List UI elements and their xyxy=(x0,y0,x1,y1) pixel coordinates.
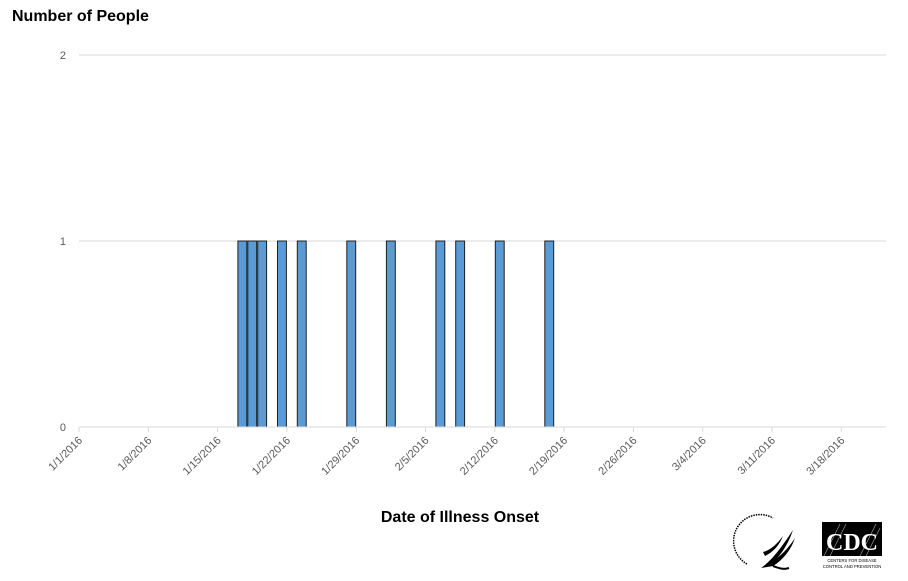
bar xyxy=(296,240,307,428)
x-tick-label: 3/4/2016 xyxy=(670,435,709,474)
bar xyxy=(494,240,505,428)
bar xyxy=(257,240,268,428)
hhs-logo xyxy=(732,512,805,576)
bar xyxy=(277,240,287,428)
y-tick-label: 1 xyxy=(60,236,66,248)
x-tick-label: 3/11/2016 xyxy=(736,435,779,478)
x-tick-label: 1/1/2016 xyxy=(46,435,85,474)
x-tick-label: 2/19/2016 xyxy=(527,435,570,478)
y-tick-label: 2 xyxy=(60,50,66,62)
gridlines xyxy=(79,54,886,428)
chart-plot: 012 1/1/2016 1/8/2016 1/15/2016 1/22/2016 1/… xyxy=(46,50,886,478)
x-tick-label: 1/22/2016 xyxy=(250,435,293,478)
cdc-logo-sub1: CENTERS FOR DISEASE xyxy=(827,558,877,563)
x-axis: 1/1/2016 1/8/2016 1/15/2016 1/22/2016 1/29/2… xyxy=(46,426,886,478)
x-tick-label: 2/26/2016 xyxy=(596,435,639,478)
bar xyxy=(247,240,258,428)
bar xyxy=(237,240,248,428)
cdc-logo-sub2: CONTROL AND PREVENTION xyxy=(823,564,881,569)
x-tick-label: 1/15/2016 xyxy=(181,435,224,478)
x-tick-label: 3/18/2016 xyxy=(804,435,847,478)
x-tick-label: 1/29/2016 xyxy=(319,435,362,478)
y-tick-label: 0 xyxy=(60,422,66,434)
bar xyxy=(455,240,466,428)
bar xyxy=(346,240,357,428)
cdc-logo: CDC CENTERS FOR DISEASE CONTROL AND PREV… xyxy=(820,520,884,570)
bar xyxy=(544,240,555,428)
cdc-logo-text: CDC xyxy=(826,530,878,556)
x-tick-label: 2/5/2016 xyxy=(393,435,432,474)
bars xyxy=(237,240,555,428)
bar xyxy=(385,240,396,428)
x-tick-label: 1/8/2016 xyxy=(116,435,155,474)
x-tick-label: 2/12/2016 xyxy=(458,435,501,478)
y-tick-labels: 0 1 2 xyxy=(60,50,66,434)
bar xyxy=(435,240,446,428)
